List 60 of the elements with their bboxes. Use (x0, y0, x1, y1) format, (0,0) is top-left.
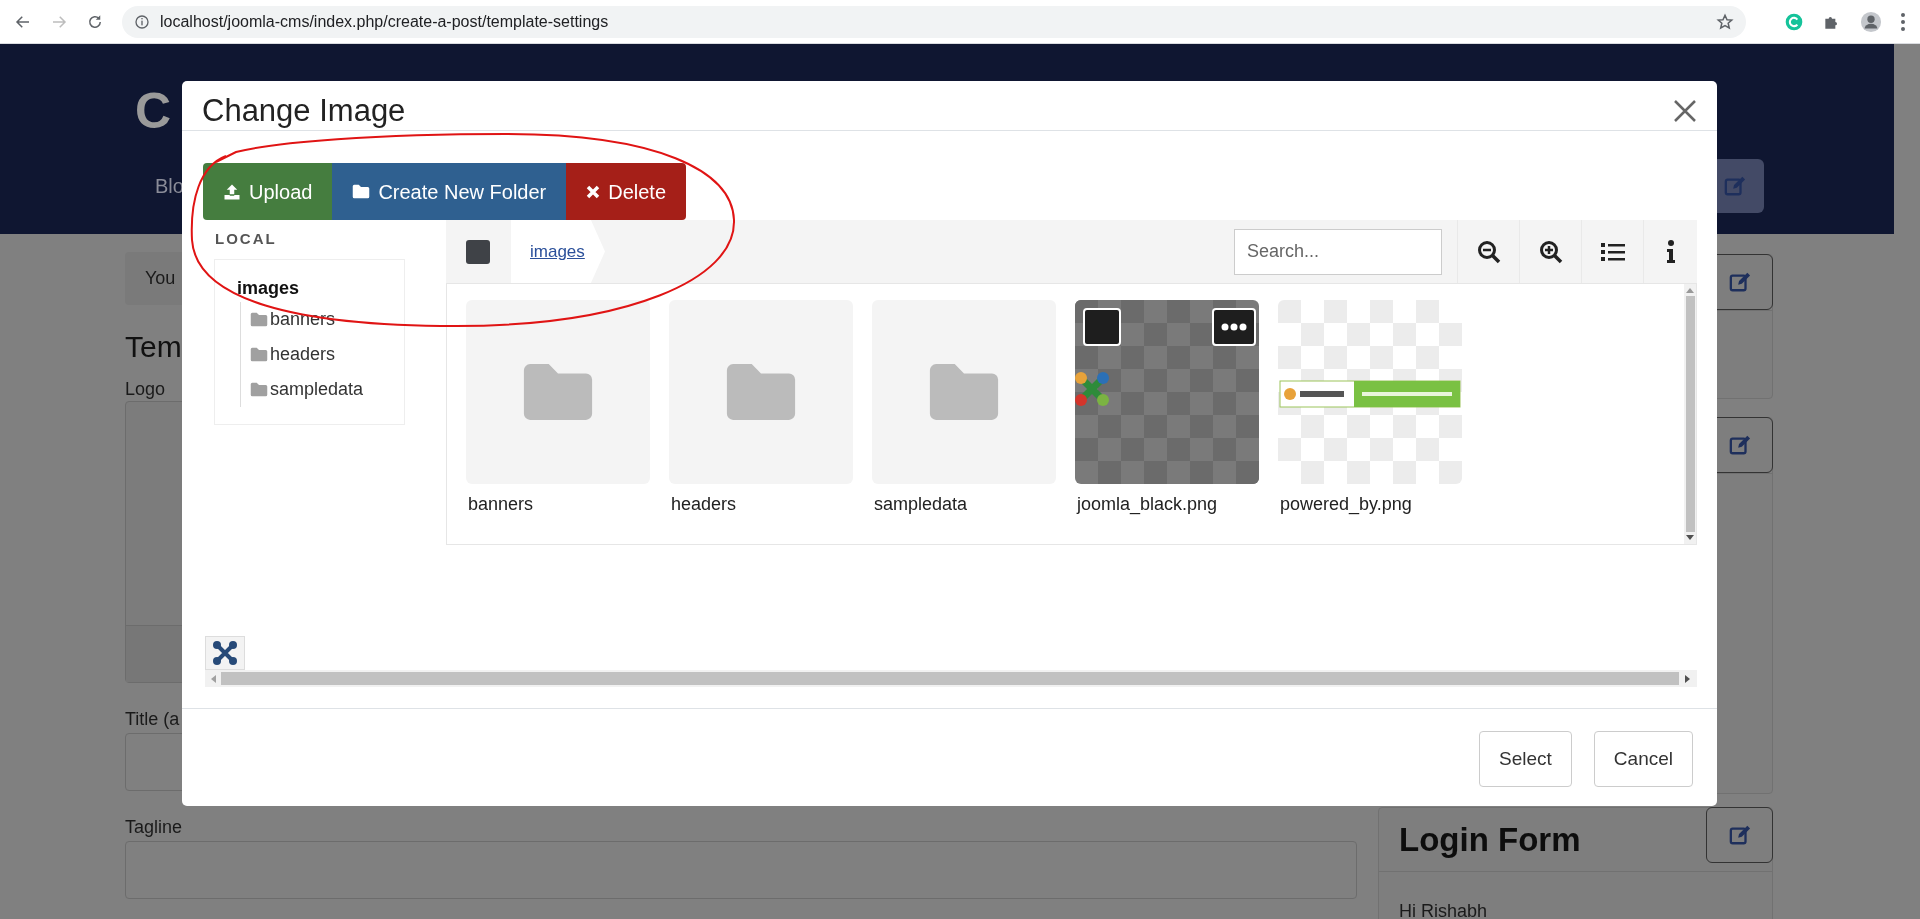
folder-icon (250, 311, 268, 327)
toolbar-button[interactable]: Create New Folder (332, 163, 567, 220)
dialog-button[interactable]: Cancel (1593, 731, 1693, 787)
tree-item[interactable]: sampledata (241, 371, 404, 407)
folder-icon (250, 346, 268, 362)
vertical-scrollbar[interactable] (1684, 284, 1696, 544)
modal-title: Change Image (202, 92, 406, 129)
item-name[interactable]: headers (669, 491, 853, 518)
close-icon[interactable] (1674, 99, 1696, 122)
item-name[interactable]: banners (466, 491, 650, 518)
item-name[interactable]: joomla_black.png (1075, 491, 1259, 518)
card-title: Login Form (1399, 819, 1581, 860)
select-all-checkbox[interactable] (466, 239, 490, 264)
logo-tab[interactable] (205, 636, 245, 670)
folder-tile[interactable] (466, 300, 650, 484)
scroll-down-icon[interactable] (1686, 535, 1694, 541)
close-icon (586, 184, 601, 199)
list-icon (1600, 240, 1625, 263)
breadcrumb-text: You (145, 267, 176, 290)
edit-icon (1728, 824, 1751, 846)
scroll-right-icon[interactable] (1685, 674, 1691, 683)
upload-icon (223, 182, 241, 201)
zoom-in-icon (1538, 239, 1563, 264)
search-field[interactable]: Search... (1234, 228, 1442, 275)
folder-tile[interactable] (872, 300, 1056, 484)
menu-icon[interactable] (1900, 11, 1906, 32)
edit-icon (1728, 434, 1751, 456)
tree-item[interactable]: images (237, 275, 404, 300)
item-name[interactable]: powered_by.png (1278, 491, 1462, 518)
page-heading: Tem (125, 329, 182, 365)
toolbar-button[interactable]: Upload (203, 163, 333, 220)
item-name[interactable]: sampledata (872, 491, 1056, 518)
star-icon[interactable] (1716, 12, 1734, 31)
more-icon (1221, 323, 1247, 331)
breadcrumb-link[interactable]: images (530, 238, 585, 265)
dialog-button[interactable]: Select (1479, 731, 1572, 787)
nav-link[interactable]: Blo (155, 171, 184, 201)
more-button[interactable] (1212, 308, 1256, 346)
zoom-out-icon (1476, 239, 1501, 264)
tree-item[interactable]: headers (241, 336, 404, 372)
field-label: Logo (125, 378, 166, 401)
profile-icon[interactable] (1860, 10, 1882, 33)
site-logo[interactable]: C (135, 74, 172, 149)
edit-icon (1724, 175, 1746, 197)
folder-tile[interactable] (669, 300, 853, 484)
info-icon[interactable] (134, 13, 150, 30)
folder-icon (250, 381, 268, 397)
item-checkbox[interactable] (1083, 308, 1121, 346)
edit-icon (1728, 271, 1751, 293)
joomla-icon (212, 640, 238, 666)
tree-heading: LOCAL (214, 229, 278, 249)
info-icon (1665, 239, 1676, 264)
greeting-text: Hi Rishabh (1398, 900, 1489, 919)
address-bar[interactable]: localhost/joomla-cms/index.php/create-a-post/template-settings (122, 5, 1746, 38)
field-label: Title (a (125, 708, 180, 731)
horizontal-scrollbar[interactable] (205, 670, 1697, 687)
field-label: Tagline (125, 816, 183, 839)
folder-icon (352, 184, 371, 199)
toolbar-button[interactable]: Delete (566, 163, 687, 220)
url-text: localhost/joomla-cms/index.php/create-a-post/template-settings (160, 11, 610, 32)
